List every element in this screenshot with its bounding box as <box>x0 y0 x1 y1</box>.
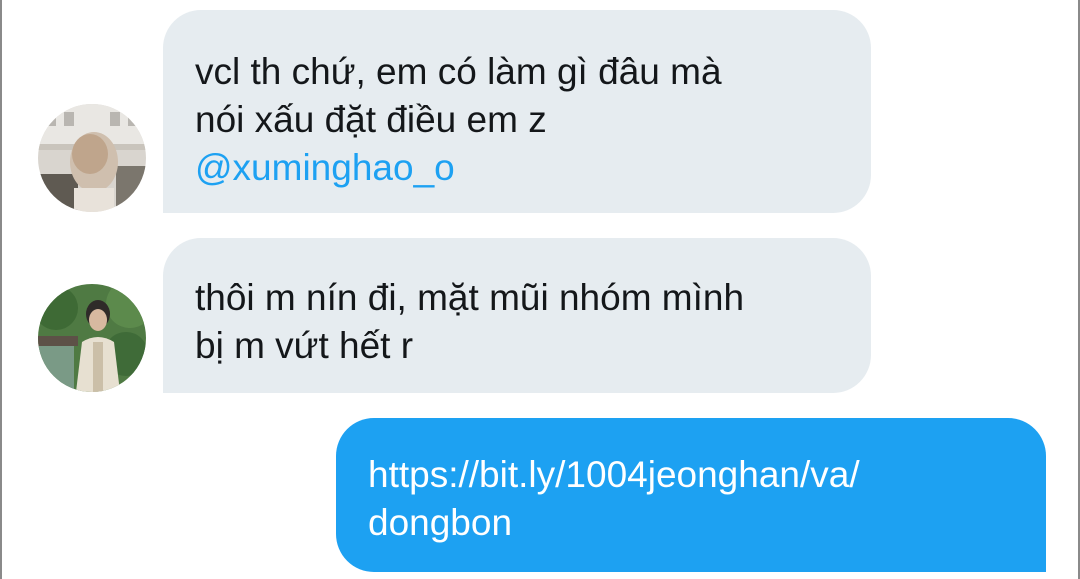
message-text-line: thôi m nín đi, mặt mũi nhóm mình <box>195 277 745 318</box>
message-text-line: bị m vứt hết r <box>195 325 414 366</box>
user-mention-link[interactable]: @xuminghao_o <box>195 144 841 192</box>
avatar-photo <box>38 284 146 392</box>
sender-avatar[interactable] <box>38 284 146 392</box>
message-link-line[interactable]: dongbon <box>368 499 1016 547</box>
incoming-message-bubble[interactable]: vcl th chứ, em có làm gì đâu mà nói xấu … <box>163 10 871 213</box>
message-text-line: vcl th chứ, em có làm gì đâu mà <box>195 51 722 92</box>
outgoing-message-bubble[interactable]: https://bit.ly/1004jeonghan/va/ dongbon <box>336 418 1046 572</box>
incoming-message-bubble[interactable]: thôi m nín đi, mặt mũi nhóm mình bị m vứ… <box>163 238 871 393</box>
sender-avatar[interactable] <box>38 104 146 212</box>
message-link-line[interactable]: https://bit.ly/1004jeonghan/va/ <box>368 451 1016 499</box>
message-thread: vcl th chứ, em có làm gì đâu mà nói xấu … <box>0 0 1080 579</box>
avatar-photo <box>38 104 146 212</box>
message-text-line: nói xấu đặt điều em z <box>195 99 547 140</box>
